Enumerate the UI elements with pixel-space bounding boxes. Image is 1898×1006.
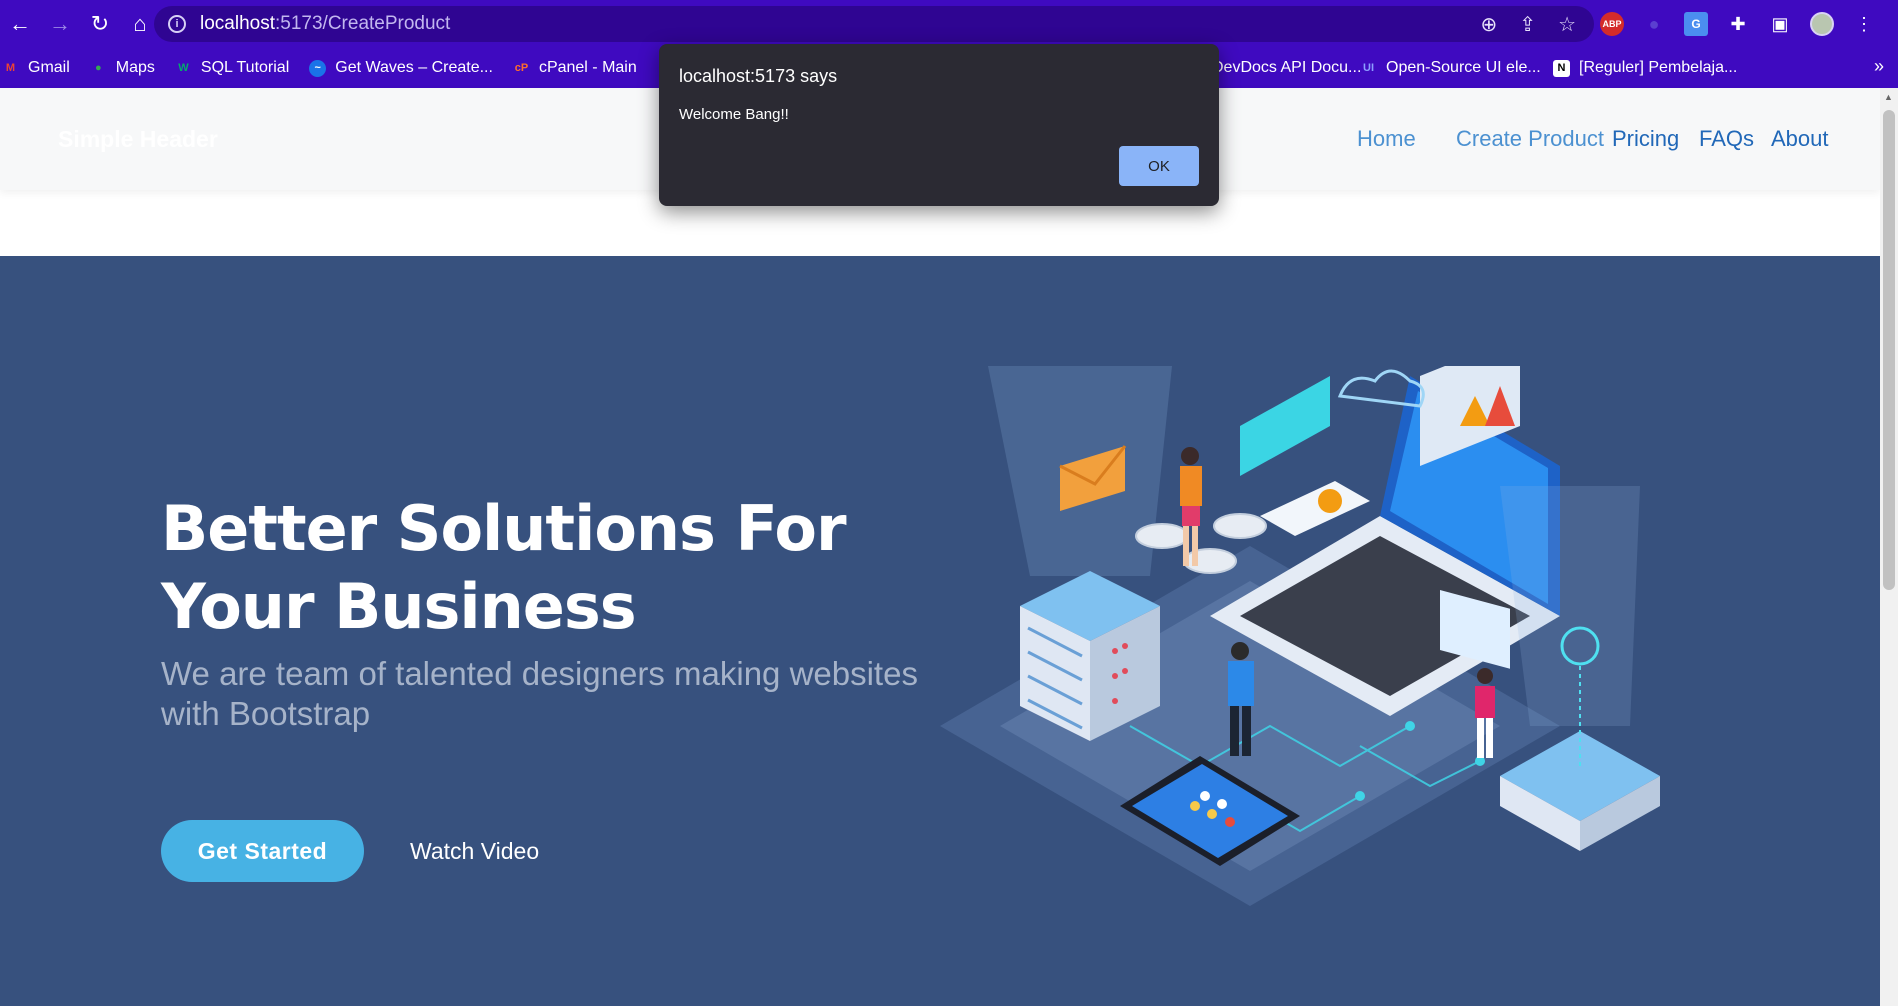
nav-faqs[interactable]: FAQs: [1699, 126, 1754, 152]
alert-dialog: localhost:5173 says Welcome Bang!! OK: [659, 44, 1219, 206]
nav-home[interactable]: Home: [1357, 126, 1416, 152]
bookmark-maps[interactable]: ● Maps: [90, 59, 155, 77]
notion-icon: N: [1553, 59, 1570, 77]
bookmark-reguler[interactable]: N [Reguler] Pembelaja...: [1553, 59, 1737, 77]
share-icon[interactable]: ⇪: [1519, 12, 1536, 37]
more-bookmarks-icon[interactable]: »: [1874, 56, 1884, 77]
hero-section: Better Solutions For Your Business We ar…: [0, 256, 1880, 1006]
hero-title: Better Solutions For Your Business: [161, 492, 847, 643]
zoom-icon[interactable]: ⊕: [1481, 12, 1498, 37]
profile-avatar-icon[interactable]: [1810, 12, 1834, 36]
nav-pricing[interactable]: Pricing: [1612, 126, 1679, 152]
page-scrollbar[interactable]: ▲: [1880, 88, 1898, 1006]
back-arrow-icon[interactable]: ←: [0, 4, 40, 44]
extension-icon[interactable]: ●: [1642, 12, 1666, 36]
nav-create-product[interactable]: Create Product: [1456, 126, 1604, 152]
get-started-button[interactable]: Get Started: [161, 820, 364, 882]
adblock-icon[interactable]: ABP: [1600, 12, 1624, 36]
cpanel-icon: cP: [514, 62, 529, 74]
w3schools-icon: W: [178, 62, 189, 74]
bookmark-sql-tutorial[interactable]: W SQL Tutorial: [175, 59, 289, 77]
site-info-icon[interactable]: i: [168, 15, 186, 33]
side-panel-icon[interactable]: ▣: [1768, 12, 1792, 36]
alert-ok-button[interactable]: OK: [1119, 146, 1199, 186]
bookmark-gmail[interactable]: M Gmail: [2, 59, 70, 77]
bookmark-star-icon[interactable]: ☆: [1558, 12, 1576, 37]
watch-video-link[interactable]: Watch Video: [410, 838, 539, 865]
ui-icon: UI: [1363, 62, 1374, 74]
bookmark-devdocs[interactable]: DevDocs API Docu...: [1212, 59, 1361, 77]
url-text[interactable]: localhost:5173/CreateProduct: [200, 13, 450, 35]
gmail-icon: M: [5, 62, 16, 74]
translate-icon[interactable]: G: [1684, 12, 1708, 36]
kebab-menu-icon[interactable]: ⋮: [1852, 12, 1876, 36]
scrollbar-thumb[interactable]: [1883, 110, 1895, 590]
nav-about[interactable]: About: [1771, 126, 1829, 152]
bookmark-open-source-ui[interactable]: UI Open-Source UI ele...: [1360, 59, 1541, 77]
waves-icon: ~: [309, 59, 327, 77]
reload-icon[interactable]: ↻: [80, 4, 120, 44]
brand-logo[interactable]: Simple Header: [58, 126, 218, 153]
hero-subtitle: We are team of talented designers making…: [161, 655, 918, 732]
hero-illustration: [940, 366, 1660, 906]
maps-icon: ●: [94, 62, 102, 74]
bookmark-get-waves[interactable]: ~ Get Waves – Create...: [309, 59, 493, 77]
bookmark-cpanel[interactable]: cP cPanel - Main: [513, 59, 637, 77]
address-bar[interactable]: i localhost:5173/CreateProduct ⊕ ⇪ ☆: [154, 6, 1594, 42]
forward-arrow-icon[interactable]: →: [40, 4, 80, 44]
scroll-up-arrow-icon[interactable]: ▲: [1884, 92, 1893, 102]
browser-toolbar: ← → ↻ ⌂ i localhost:5173/CreateProduct ⊕…: [0, 0, 1898, 48]
alert-dialog-title: localhost:5173 says: [679, 66, 838, 86]
alert-dialog-message: Welcome Bang!!: [679, 106, 789, 123]
puzzle-extensions-icon[interactable]: ✚: [1726, 12, 1750, 36]
